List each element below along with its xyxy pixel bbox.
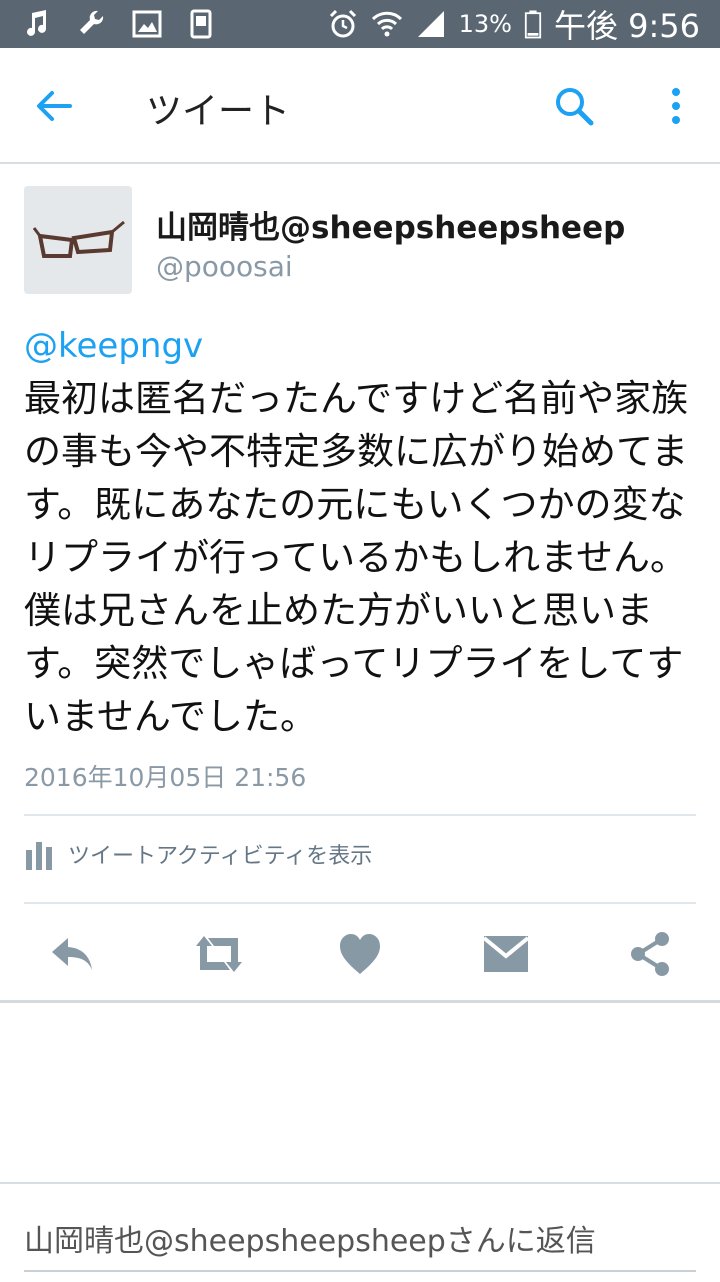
tweet-activity-label: ツイートアクティビティを表示 bbox=[68, 844, 373, 869]
share-button[interactable] bbox=[626, 930, 674, 978]
page-title: ツイート bbox=[146, 91, 291, 132]
app-bar: ツイート bbox=[0, 48, 720, 164]
tweet-text: 最初は匿名だったんですけど名前や家族の事も今や不特定多数に広がり始めてます。既に… bbox=[24, 377, 689, 738]
more-options-icon[interactable] bbox=[660, 84, 692, 128]
retweet-icon bbox=[196, 936, 242, 972]
author-handle[interactable]: @pooosai bbox=[156, 250, 293, 283]
alarm-icon bbox=[329, 9, 356, 38]
reply-composer[interactable]: 山岡晴也@sheepsheepsheepさんに返信 bbox=[0, 1182, 720, 1282]
share-icon bbox=[631, 932, 669, 976]
card-bottom-border bbox=[0, 1000, 720, 1003]
tweet-activity-link[interactable]: ツイートアクティビティを表示 bbox=[24, 838, 372, 870]
avatar[interactable] bbox=[24, 186, 132, 294]
clipboard-icon bbox=[190, 9, 212, 39]
divider bbox=[24, 814, 696, 816]
status-bar: 13% 午後 9:56 bbox=[0, 0, 720, 48]
reply-input[interactable]: 山岡晴也@sheepsheepsheepさんに返信 bbox=[24, 1216, 596, 1260]
tweet-detail: 山岡晴也@sheepsheepsheep @pooosai @keepngv 最… bbox=[0, 164, 720, 1002]
reply-mention-link[interactable]: @keepngv bbox=[24, 326, 203, 366]
signal-icon bbox=[417, 11, 444, 37]
tweet-timestamp: 2016年10月05日 21:56 bbox=[24, 763, 307, 792]
system-status: 13% 午後 9:56 bbox=[327, 0, 700, 48]
battery-percent: 13% bbox=[458, 10, 512, 38]
notification-icons bbox=[22, 7, 218, 41]
retweet-button[interactable] bbox=[192, 930, 246, 978]
battery-icon bbox=[524, 10, 542, 39]
reply-button[interactable] bbox=[48, 930, 96, 978]
clock: 午後 9:56 bbox=[553, 7, 700, 45]
image-icon bbox=[132, 10, 162, 38]
tweet-actions bbox=[0, 924, 720, 984]
glasses-avatar-image bbox=[24, 186, 132, 294]
reply-icon bbox=[52, 938, 92, 970]
wrench-icon bbox=[80, 10, 104, 34]
heart-icon bbox=[340, 934, 380, 974]
divider bbox=[24, 902, 696, 904]
back-arrow-icon[interactable] bbox=[34, 86, 74, 126]
bar-chart-icon bbox=[26, 842, 52, 870]
music-note-icon bbox=[27, 10, 46, 36]
search-icon[interactable] bbox=[552, 84, 596, 128]
direct-message-button[interactable] bbox=[482, 930, 530, 978]
like-button[interactable] bbox=[336, 930, 384, 978]
author-display-name[interactable]: 山岡晴也@sheepsheepsheep bbox=[156, 202, 625, 247]
wifi-icon bbox=[371, 11, 402, 37]
reply-input-underline bbox=[24, 1270, 696, 1272]
envelope-icon bbox=[482, 936, 530, 972]
